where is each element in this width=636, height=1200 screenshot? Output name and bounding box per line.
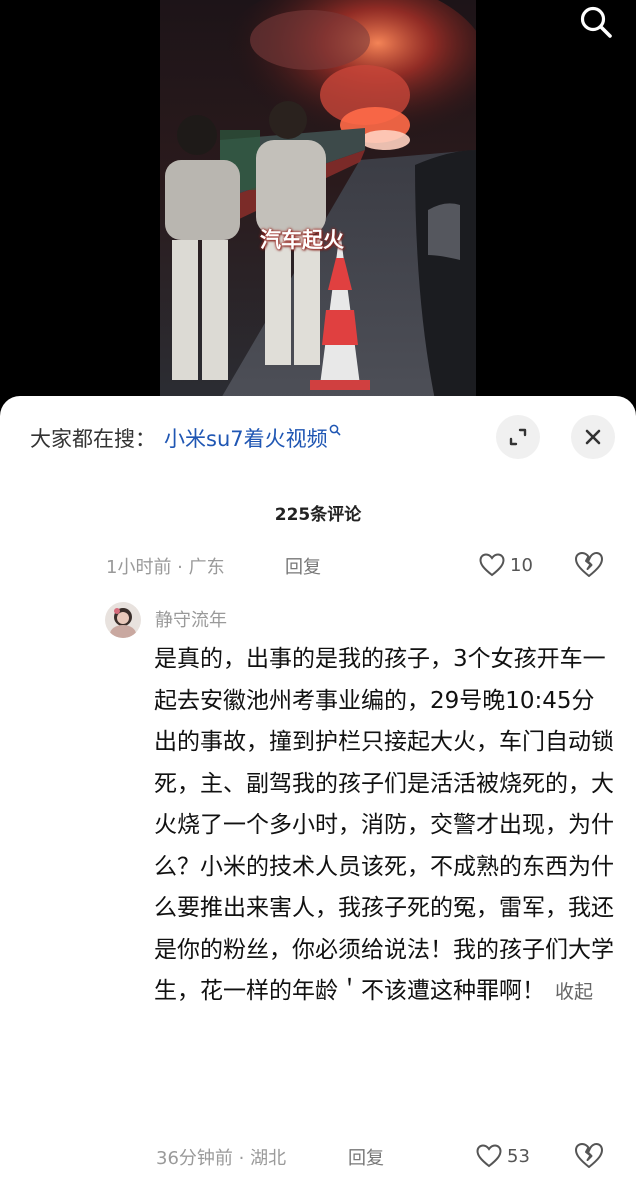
- close-button[interactable]: [571, 415, 615, 459]
- expand-icon: [509, 428, 527, 446]
- like-count: 10: [510, 554, 533, 576]
- comment-count: 225条评论: [274, 505, 362, 525]
- comment-username[interactable]: 静守流年: [155, 606, 227, 632]
- expand-button[interactable]: [496, 415, 540, 459]
- dislike-button[interactable]: [573, 1140, 605, 1172]
- broken-heart-icon: [575, 1143, 603, 1168]
- like-button[interactable]: 53: [475, 1140, 530, 1172]
- broken-heart-icon: [575, 552, 603, 577]
- video-frame: 汽车起火: [160, 0, 476, 400]
- like-count: 53: [507, 1145, 530, 1167]
- close-icon: [585, 429, 601, 445]
- trending-search-link[interactable]: 小米su7着火视频: [164, 423, 328, 453]
- search-icon: [580, 6, 612, 38]
- heart-icon: [476, 1144, 502, 1168]
- like-button[interactable]: 10: [478, 549, 533, 581]
- trending-search-bar: 大家都在搜： 小米su7着火视频: [30, 418, 341, 458]
- dislike-button[interactable]: [573, 549, 605, 581]
- trending-search-label: 大家都在搜：: [30, 427, 156, 451]
- search-link-icon: [329, 424, 341, 440]
- reply-button[interactable]: 回复: [348, 1144, 384, 1170]
- previous-comment-meta: 1小时前 · 广东 回复 10: [0, 549, 636, 581]
- video-caption: 汽车起火: [260, 228, 344, 252]
- video-scene: [160, 0, 476, 400]
- comment-text-content: 是真的，出事的是我的孩子，3个女孩开车一起去安徽池州考事业编的，29号晚10:4…: [154, 646, 614, 1004]
- comment-meta: 36分钟前 · 湖北 回复 53: [0, 1140, 636, 1172]
- heart-icon: [479, 553, 505, 577]
- avatar[interactable]: [105, 602, 141, 638]
- comment-time-location: 36分钟前 · 湖北: [156, 1148, 287, 1169]
- collapse-button[interactable]: 收起: [555, 981, 593, 1003]
- comment-panel: 大家都在搜： 小米su7着火视频 225条评论 1小时前 · 广东 回复 10 …: [0, 396, 636, 1200]
- comment-time-location: 1小时前 · 广东: [106, 557, 225, 578]
- comment-text: 是真的，出事的是我的孩子，3个女孩开车一起去安徽池州考事业编的，29号晚10:4…: [154, 639, 614, 1014]
- video-player[interactable]: 汽车起火: [0, 0, 636, 420]
- search-button[interactable]: [574, 0, 618, 44]
- reply-button[interactable]: 回复: [285, 553, 321, 579]
